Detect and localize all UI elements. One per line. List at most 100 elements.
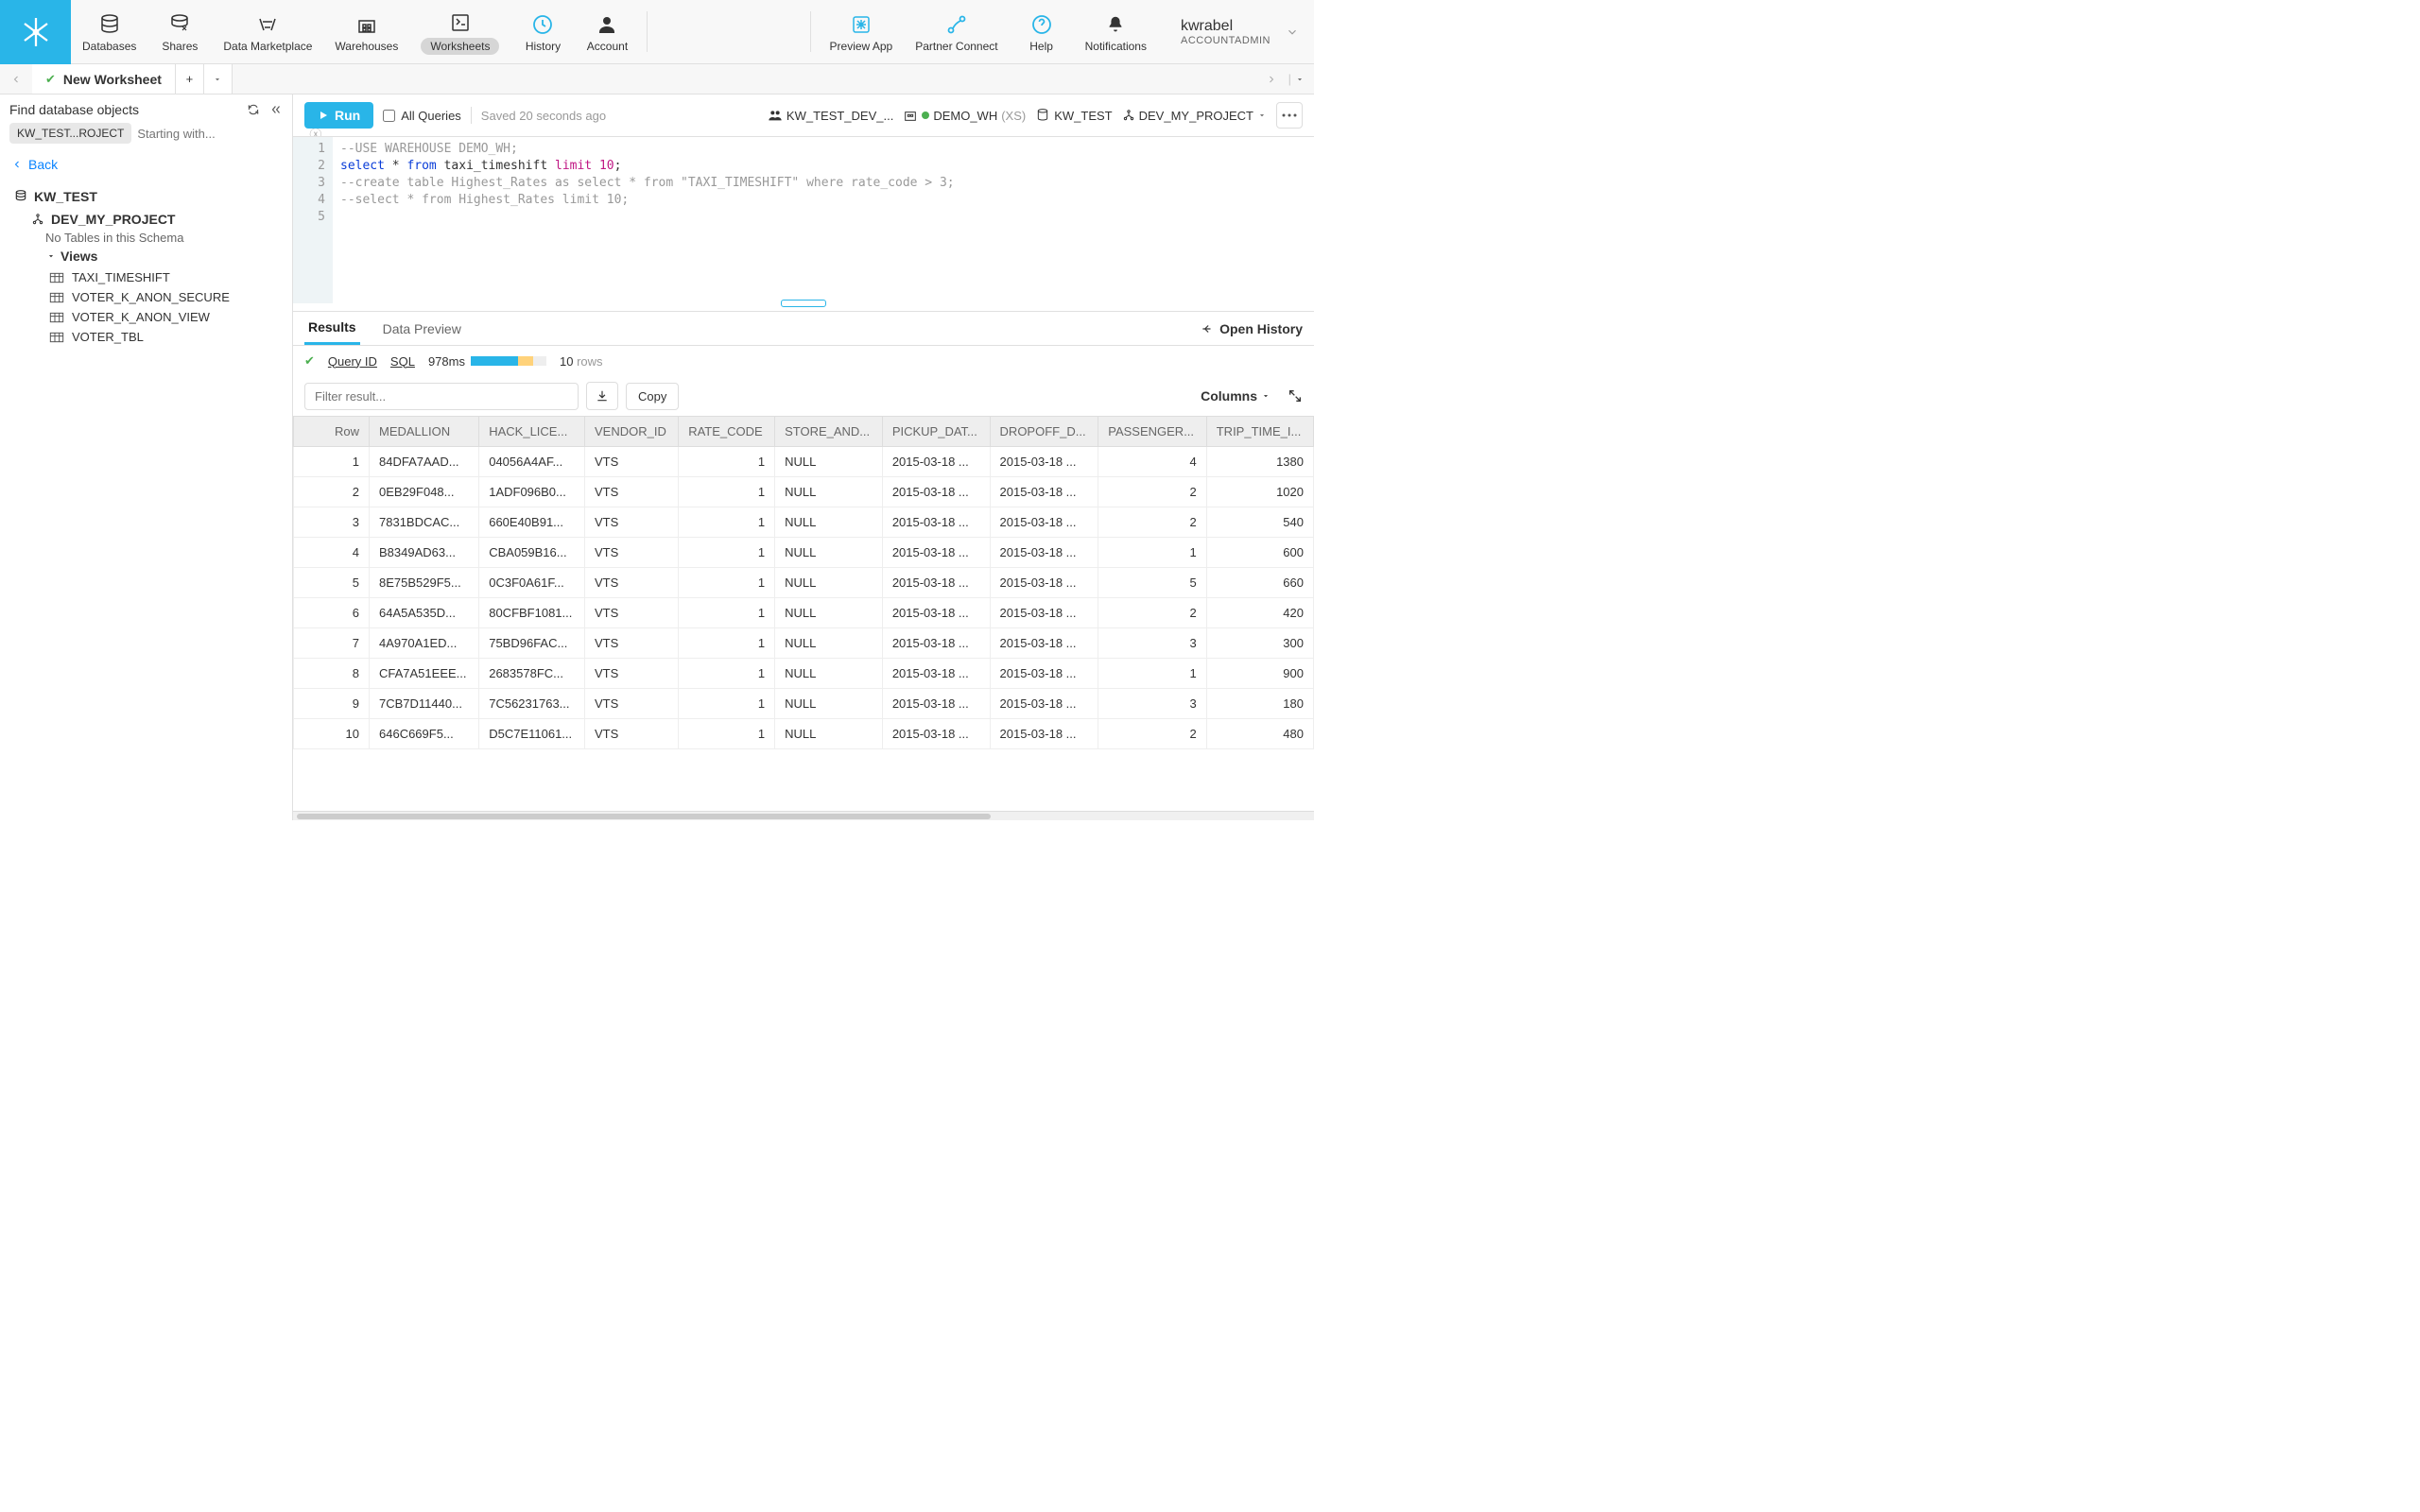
nav-partner-connect[interactable]: Partner Connect xyxy=(904,0,1009,63)
table-row[interactable]: 10646C669F5...D5C7E11061...VTS1NULL2015-… xyxy=(294,719,1314,749)
nav-help[interactable]: Help xyxy=(1010,0,1074,63)
table-row[interactable]: 8CFA7A51EEE...2683578FC...VTS1NULL2015-0… xyxy=(294,659,1314,689)
context-role[interactable]: KW_TEST_DEV_... xyxy=(768,108,893,123)
tab-add[interactable]: + xyxy=(176,64,204,94)
marketplace-icon xyxy=(254,11,281,38)
context-database[interactable]: KW_TEST xyxy=(1035,108,1112,123)
tree-view-item[interactable]: VOTER_TBL xyxy=(11,327,281,347)
nav-account[interactable]: Account xyxy=(575,0,639,63)
view-icon xyxy=(49,331,66,344)
nav-worksheets[interactable]: Worksheets xyxy=(409,0,510,63)
tab-next-icon[interactable] xyxy=(1266,74,1277,85)
columns-button[interactable]: Columns xyxy=(1201,388,1280,404)
tab-menu[interactable] xyxy=(204,64,233,94)
saved-status: Saved 20 seconds ago xyxy=(481,109,606,123)
column-header[interactable]: HACK_LICE... xyxy=(479,417,585,447)
nav-marketplace[interactable]: Data Marketplace xyxy=(212,0,323,63)
nav-warehouses[interactable]: Warehouses xyxy=(323,0,409,63)
tree-schema[interactable]: DEV_MY_PROJECT xyxy=(11,208,281,231)
tab-data-preview[interactable]: Data Preview xyxy=(379,314,465,344)
copy-button[interactable]: Copy xyxy=(626,383,679,410)
horizontal-scrollbar[interactable] xyxy=(293,811,1314,820)
refresh-icon[interactable] xyxy=(247,103,260,116)
back-link[interactable]: Back xyxy=(0,147,292,181)
partner-icon xyxy=(943,11,970,38)
all-queries-checkbox[interactable]: All Queries xyxy=(383,109,461,123)
object-tree: KW_TEST DEV_MY_PROJECT No Tables in this… xyxy=(0,181,292,351)
table-row[interactable]: 20EB29F048...1ADF096B0...VTS1NULL2015-03… xyxy=(294,477,1314,507)
worksheet-menu-button[interactable] xyxy=(1276,102,1303,129)
preview-app-icon xyxy=(848,11,874,38)
context-warehouse[interactable]: DEMO_WH (XS) xyxy=(903,108,1026,123)
expand-icon[interactable] xyxy=(1288,388,1303,404)
column-header[interactable]: DROPOFF_D... xyxy=(990,417,1098,447)
table-row[interactable]: 74A970A1ED...75BD96FAC...VTS1NULL2015-03… xyxy=(294,628,1314,659)
results-panel: Results Data Preview Open History ✔ Quer… xyxy=(293,311,1314,820)
search-input[interactable] xyxy=(137,127,303,141)
results-meta: ✔ Query ID SQL 978ms 10 rows xyxy=(293,346,1314,376)
column-header[interactable]: Row xyxy=(294,417,370,447)
nav-preview-app[interactable]: Preview App xyxy=(819,0,905,63)
query-id-link[interactable]: Query ID xyxy=(328,354,377,369)
shares-icon xyxy=(166,11,193,38)
no-tables-label: No Tables in this Schema xyxy=(11,231,281,245)
caret-down-icon xyxy=(45,251,57,261)
collapse-icon[interactable] xyxy=(269,103,283,116)
table-row[interactable]: 184DFA7AAD...04056A4AF...VTS1NULL2015-03… xyxy=(294,447,1314,477)
role: ACCOUNTADMIN xyxy=(1181,35,1270,46)
bell-icon xyxy=(1102,11,1129,38)
tab-results[interactable]: Results xyxy=(304,312,360,345)
tree-views-group[interactable]: Views xyxy=(11,245,281,267)
table-row[interactable]: 664A5A535D...80CFBF1081...VTS1NULL2015-0… xyxy=(294,598,1314,628)
tree-database[interactable]: KW_TEST xyxy=(11,185,281,208)
run-button[interactable]: Run xyxy=(304,102,373,129)
account-icon xyxy=(594,11,620,38)
column-header[interactable]: STORE_AND... xyxy=(775,417,883,447)
context-schema[interactable]: DEV_MY_PROJECT xyxy=(1122,109,1267,123)
table-row[interactable]: 58E75B529F5...0C3F0A61F...VTS1NULL2015-0… xyxy=(294,568,1314,598)
worksheet-content: Run All Queries Saved 20 seconds ago KW_… xyxy=(293,94,1314,820)
help-icon xyxy=(1028,11,1055,38)
tab-prev[interactable] xyxy=(0,64,32,94)
table-row[interactable]: 4B8349AD63...CBA059B16...VTS1NULL2015-03… xyxy=(294,538,1314,568)
tab-current[interactable]: ✔ New Worksheet xyxy=(32,64,176,94)
column-header[interactable]: MEDALLION xyxy=(370,417,479,447)
snowflake-logo[interactable] xyxy=(0,0,71,64)
view-icon xyxy=(49,271,66,284)
tree-view-item[interactable]: VOTER_K_ANON_VIEW xyxy=(11,307,281,327)
search-scope-pill[interactable]: KW_TEST...ROJECT xyxy=(9,123,131,144)
nav-notifications[interactable]: Notifications xyxy=(1074,0,1158,63)
history-icon xyxy=(529,11,556,38)
row-count: 10 rows xyxy=(560,354,603,369)
object-browser-sidebar: Find database objects KW_TEST...ROJECT ⓧ… xyxy=(0,94,293,820)
column-header[interactable]: PASSENGER... xyxy=(1098,417,1206,447)
sql-editor[interactable]: 12345 --USE WAREHOUSE DEMO_WH;select * f… xyxy=(293,137,1314,303)
tab-overflow-icon[interactable] xyxy=(1295,75,1305,84)
chevron-down-icon xyxy=(1286,26,1299,39)
open-history-button[interactable]: Open History xyxy=(1201,321,1303,336)
filter-input[interactable] xyxy=(304,383,579,410)
nav-databases[interactable]: Databases xyxy=(71,0,147,63)
column-header[interactable]: VENDOR_ID xyxy=(585,417,679,447)
worksheet-toolbar: Run All Queries Saved 20 seconds ago KW_… xyxy=(293,94,1314,137)
worksheet-tabbar: ✔ New Worksheet + | xyxy=(0,64,1314,94)
query-timing: 978ms xyxy=(428,354,546,369)
database-icon xyxy=(11,189,30,204)
top-nav: Databases Shares Data Marketplace Wareho… xyxy=(0,0,1314,64)
tree-view-item[interactable]: VOTER_K_ANON_SECURE xyxy=(11,287,281,307)
download-button[interactable] xyxy=(586,382,618,410)
tree-view-item[interactable]: TAXI_TIMESHIFT xyxy=(11,267,281,287)
results-splitter[interactable] xyxy=(293,303,1314,311)
results-table[interactable]: RowMEDALLIONHACK_LICE...VENDOR_IDRATE_CO… xyxy=(293,416,1314,811)
account-menu[interactable]: kwrabel ACCOUNTADMIN xyxy=(1158,0,1314,63)
nav-shares[interactable]: Shares xyxy=(147,0,212,63)
sql-link[interactable]: SQL xyxy=(390,354,415,369)
column-header[interactable]: TRIP_TIME_I... xyxy=(1206,417,1313,447)
table-row[interactable]: 37831BDCAC...660E40B91...VTS1NULL2015-03… xyxy=(294,507,1314,538)
table-row[interactable]: 97CB7D11440...7C56231763...VTS1NULL2015-… xyxy=(294,689,1314,719)
nav-history[interactable]: History xyxy=(510,0,575,63)
view-icon xyxy=(49,291,66,304)
column-header[interactable]: PICKUP_DAT... xyxy=(882,417,990,447)
search-label: Find database objects xyxy=(9,102,247,117)
column-header[interactable]: RATE_CODE xyxy=(679,417,775,447)
